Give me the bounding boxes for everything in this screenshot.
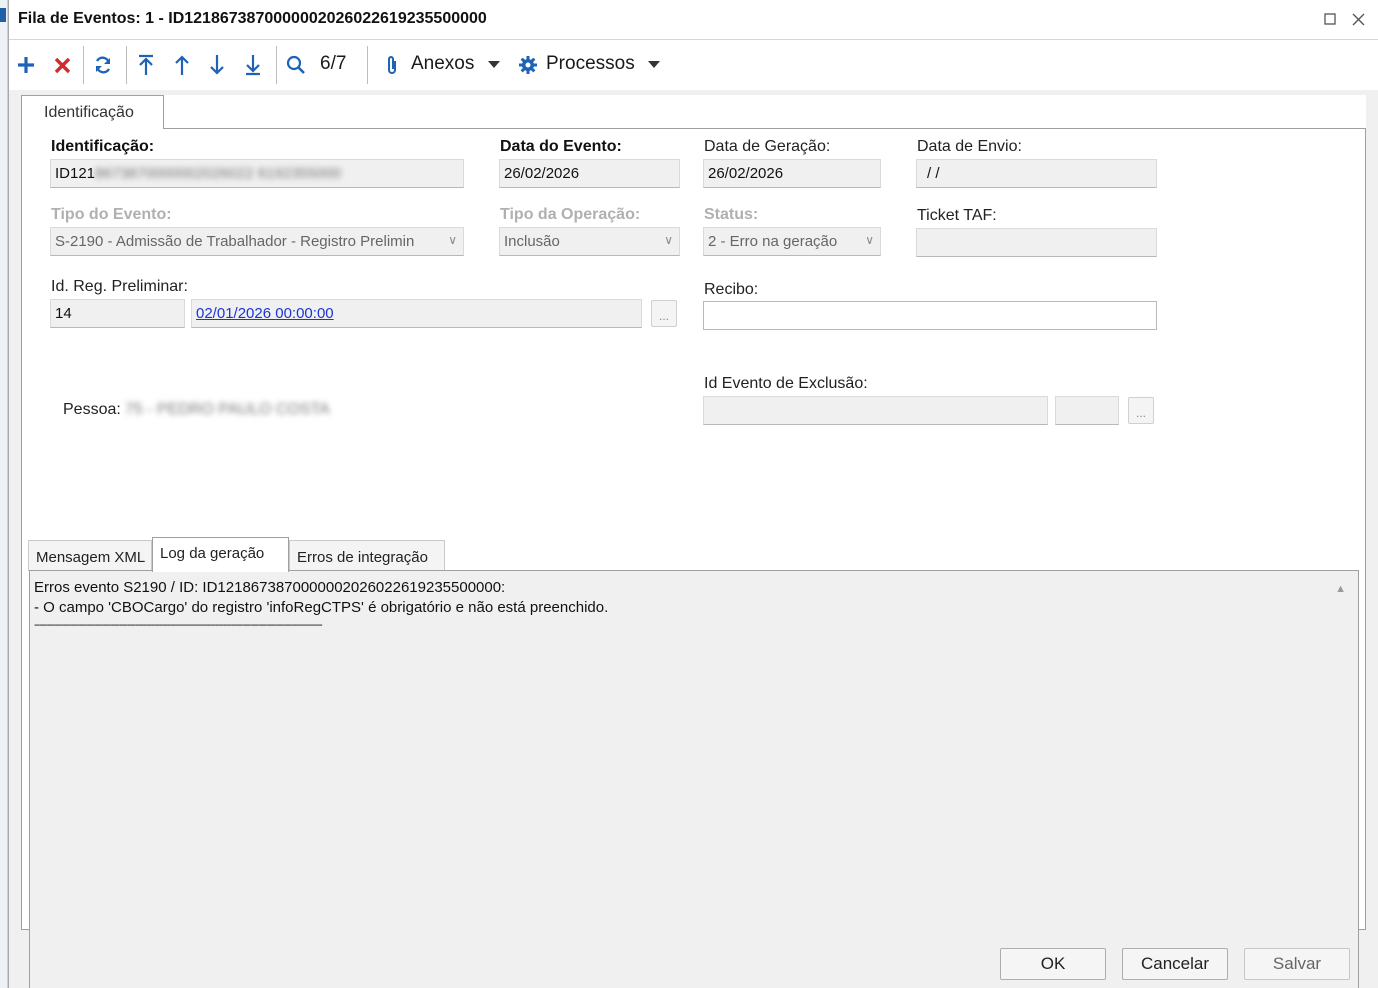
background-app-marker — [0, 8, 6, 22]
identificacao-value: ID121 — [55, 165, 96, 182]
toolbar-separator — [276, 46, 277, 84]
cancel-button[interactable]: Cancelar — [1122, 948, 1228, 980]
caret-down-icon — [488, 61, 500, 68]
magnifier-icon — [286, 55, 305, 74]
caret-down-icon — [648, 61, 660, 68]
attachments-menu[interactable]: Anexos — [411, 53, 474, 75]
refresh-icon — [95, 56, 111, 74]
id-reg-preliminar-field[interactable]: 14 — [50, 299, 185, 328]
next-record-button[interactable] — [206, 50, 228, 80]
processes-icon-button[interactable] — [517, 50, 539, 80]
tipo-operacao-select[interactable]: Inclusão ∨ — [499, 227, 680, 256]
arrow-to-top-icon — [139, 54, 153, 75]
status-value: 2 - Erro na geração — [708, 233, 838, 250]
tipo-operacao-value: Inclusão — [504, 233, 560, 250]
id-evento-exclusao-extra-field[interactable] — [1055, 396, 1119, 425]
pessoa-value: 75 - PEDRO PAULO COSTA — [125, 401, 330, 418]
title-bar: Fila de Eventos: 1 - ID12186738700000020… — [9, 0, 1378, 40]
toolbar-separator — [367, 46, 368, 84]
chevron-down-icon: ∨ — [448, 233, 457, 247]
maximize-button[interactable] — [1319, 8, 1341, 30]
maximize-icon — [1324, 13, 1336, 25]
toolbar-separator — [83, 46, 84, 84]
search-button[interactable] — [284, 50, 308, 80]
chevron-down-icon: ∨ — [664, 233, 673, 247]
pessoa-label: Pessoa: — [63, 401, 121, 418]
attachments-icon-button[interactable] — [382, 50, 402, 80]
data-envio-label: Data de Envio: — [917, 138, 1022, 155]
toolbar-separator — [126, 46, 127, 84]
id-reg-preliminar-link[interactable]: 02/01/2026 00:00:00 — [196, 305, 334, 322]
identificacao-label: Identificação: — [51, 138, 155, 155]
processes-menu[interactable]: Processos — [546, 53, 635, 75]
log-separator-line: ----------------------------------------… — [34, 619, 323, 631]
data-geracao-field[interactable]: 26/02/2026 — [703, 159, 881, 188]
log-line: - O campo 'CBOCargo' do registro 'infoRe… — [34, 599, 609, 616]
recibo-label: Recibo: — [704, 281, 759, 298]
id-exclusao-lookup-button[interactable]: ... — [1128, 397, 1154, 424]
delete-button[interactable] — [51, 50, 73, 80]
ticket-taf-field[interactable] — [916, 228, 1157, 257]
data-envio-field[interactable]: / / — [916, 159, 1157, 188]
status-label: Status: — [704, 206, 759, 223]
tab-log-geracao[interactable]: Log da geração — [152, 537, 289, 572]
chevron-down-icon: ∨ — [865, 233, 874, 247]
plus-icon — [18, 57, 34, 73]
id-evento-exclusao-label: Id Evento de Exclusão: — [704, 375, 868, 392]
log-text-area[interactable]: Erros evento S2190 / ID: ID1218673870000… — [29, 570, 1359, 988]
toolbar: 6/7 Anexos Processos — [9, 40, 1378, 90]
tipo-evento-label: Tipo do Evento: — [51, 206, 172, 223]
ticket-taf-label: Ticket TAF: — [917, 207, 997, 224]
close-button[interactable] — [1347, 8, 1369, 30]
id-reg-preliminar-date-field[interactable]: 02/01/2026 00:00:00 — [191, 299, 642, 328]
recibo-field[interactable] — [703, 301, 1157, 330]
background-app-edge — [0, 0, 8, 988]
record-counter: 6/7 — [320, 53, 347, 74]
x-icon — [54, 57, 70, 73]
identificacao-value-obscured: 8673870000002026022 6192355000 — [95, 165, 342, 182]
arrow-to-bottom-icon — [246, 55, 260, 76]
last-record-button[interactable] — [242, 50, 264, 80]
data-evento-field[interactable]: 26/02/2026 — [499, 159, 680, 188]
data-geracao-label: Data de Geração: — [704, 138, 831, 155]
tab-mensagem-xml[interactable]: Mensagem XML — [28, 540, 152, 571]
id-reg-preliminar-label: Id. Reg. Preliminar: — [51, 278, 188, 295]
tipo-evento-value: S-2190 - Admissão de Trabalhador - Regis… — [55, 233, 415, 250]
main-panel: Identificação Identificação: ID121867387… — [21, 95, 1366, 988]
id-reg-lookup-button[interactable]: ... — [651, 300, 677, 327]
previous-record-button[interactable] — [171, 50, 193, 80]
identificacao-field[interactable]: ID1218673870000002026022 6192355000 — [50, 159, 464, 188]
tab-identificacao[interactable]: Identificação — [21, 95, 164, 129]
add-button[interactable] — [15, 50, 37, 80]
log-line: Erros evento S2190 / ID: ID1218673870000… — [34, 579, 506, 596]
ok-button[interactable]: OK — [1000, 948, 1106, 980]
id-evento-exclusao-field[interactable] — [703, 396, 1048, 425]
save-button[interactable]: Salvar — [1244, 948, 1350, 980]
tipo-evento-select[interactable]: S-2190 - Admissão de Trabalhador - Regis… — [50, 227, 464, 256]
refresh-button[interactable] — [91, 50, 115, 80]
tab-erros-integracao[interactable]: Erros de integração — [289, 540, 445, 571]
status-select[interactable]: 2 - Erro na geração ∨ — [703, 227, 881, 256]
arrow-up-icon — [175, 55, 189, 75]
first-record-button[interactable] — [135, 50, 157, 80]
window-title: Fila de Eventos: 1 - ID12186738700000020… — [18, 10, 487, 27]
gear-icon — [519, 56, 537, 74]
processes-dropdown[interactable] — [647, 50, 661, 80]
data-evento-label: Data do Evento: — [500, 138, 622, 155]
close-icon — [1352, 13, 1364, 25]
tipo-operacao-label: Tipo da Operação: — [500, 206, 641, 223]
attachments-dropdown[interactable] — [487, 50, 501, 80]
scroll-up-icon[interactable]: ▲ — [1335, 583, 1346, 595]
log-content: Erros evento S2190 / ID: ID1218673870000… — [34, 578, 608, 632]
arrow-down-icon — [210, 55, 224, 75]
paperclip-icon — [388, 56, 396, 74]
dialog-window: Fila de Eventos: 1 - ID12186738700000020… — [8, 0, 1378, 988]
